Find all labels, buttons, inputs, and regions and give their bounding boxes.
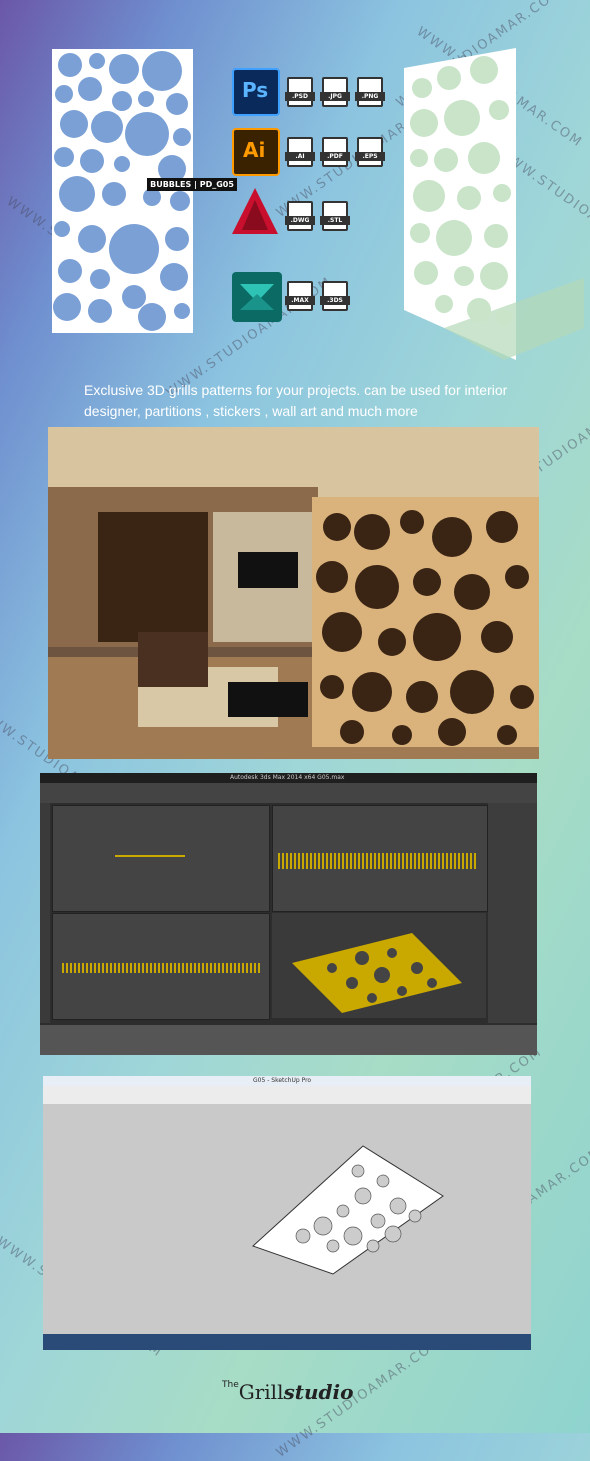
tagline: Exclusive 3D grills patterns for your pr…: [84, 382, 508, 419]
dwg-file-icon: .DWG: [285, 201, 315, 231]
psd-file-icon: .PSD: [285, 77, 315, 107]
3dsmax-icon: [232, 272, 282, 322]
ai-file-icon: .AI: [285, 137, 315, 167]
grill-studio-logo: TheGrillstudio: [222, 1380, 354, 1404]
png-file-icon: .PNG: [355, 77, 385, 107]
interior-render-photo: [48, 427, 539, 759]
bubble-partition: [312, 497, 539, 747]
sketchup-screenshot: G05 - SketchUp Pro: [43, 1076, 531, 1350]
product-code-badge: BUBBLES | PD_G05: [147, 178, 237, 191]
stl-file-icon: .STL: [320, 201, 350, 231]
3ds-file-icon: .3DS: [320, 281, 350, 311]
photoshop-icon: Ps: [232, 68, 280, 116]
max-file-icon: .MAX: [285, 281, 315, 311]
bubble-panel-3d: [404, 48, 584, 360]
illustrator-icon: Ai: [232, 128, 280, 176]
autocad-icon: [232, 188, 278, 234]
eps-file-icon: .EPS: [355, 137, 385, 167]
bubble-panel-flat: [52, 49, 193, 333]
3dsmax-screenshot: Autodesk 3ds Max 2014 x64 G05.max: [40, 773, 537, 1055]
page: { "badge": "BUBBLES | PD_G05", "formats"…: [0, 0, 590, 1461]
jpg-file-icon: .JPG: [320, 77, 350, 107]
max-window-title: Autodesk 3ds Max 2014 x64 G05.max: [230, 774, 345, 781]
pdf-file-icon: .PDF: [320, 137, 350, 167]
sketchup-model: [252, 1145, 444, 1275]
max-perspective-view: [272, 913, 486, 1018]
sketchup-window-title: G05 - SketchUp Pro: [253, 1077, 312, 1084]
